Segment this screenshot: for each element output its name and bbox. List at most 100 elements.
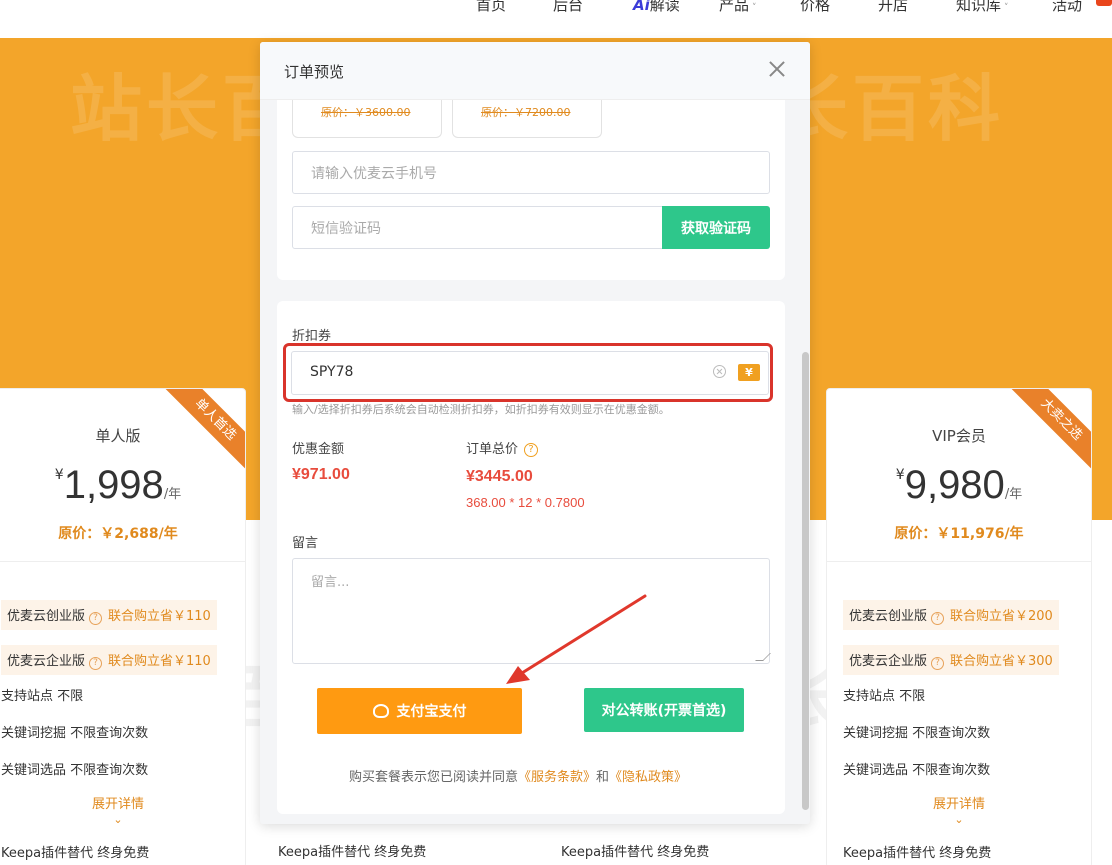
message-label: 留言 — [292, 536, 319, 551]
price-unit: /年 — [1004, 487, 1023, 502]
help-icon[interactable]: ? — [89, 612, 103, 625]
currency-symbol: ¥ — [54, 467, 64, 483]
chevron-down-icon: ˅ — [1004, 3, 1009, 13]
card-price: ¥1,998/年 — [0, 463, 245, 508]
card-original-price: 原价：￥2,688/年 — [58, 526, 178, 542]
bundle-feature: 优麦云创业版? 联合购立省￥110 — [1, 600, 217, 630]
close-icon[interactable] — [766, 58, 788, 80]
coupon-highlight: SPY78 ¥ — [283, 343, 773, 402]
feature-item: Keepa插件替代 终身免费 — [561, 845, 710, 860]
clear-icon[interactable] — [713, 365, 726, 378]
feature-name: 优麦云创业版 — [849, 609, 928, 624]
bundle-feature: 优麦云创业版? 联合购立省￥200 — [843, 600, 1059, 630]
nav-knowledge-base[interactable]: 知识库 ˅ — [956, 0, 1009, 15]
feature-name: 优麦云创业版 — [7, 609, 86, 624]
feature-saving: 联合购立省￥200 — [950, 609, 1053, 624]
alipay-pay-label: 支付宝支付 — [396, 704, 467, 720]
feature-saving: 联合购立省￥110 — [108, 654, 211, 669]
card-title: 单人版 — [95, 427, 141, 445]
feature-name: 优麦云企业版 — [7, 654, 86, 669]
nav-open-store[interactable]: 开店 — [878, 0, 908, 15]
message-placeholder: 留言... — [311, 575, 350, 590]
discount-label: 优惠金额 — [292, 442, 345, 457]
nav-home[interactable]: 首页 — [476, 0, 506, 15]
currency-symbol: ¥ — [895, 467, 905, 483]
get-code-button[interactable]: 获取验证码 — [662, 206, 770, 249]
dialog-header: 订单预览 — [260, 42, 810, 100]
annotation-arrow-icon — [506, 594, 647, 684]
nav-knowledge-base-label: 知识库 — [956, 0, 1002, 14]
alipay-pay-button[interactable]: 支付宝支付 — [317, 688, 522, 734]
resize-handle[interactable] — [755, 653, 771, 661]
coupon-input-value: SPY78 — [310, 364, 354, 380]
order-total-label: 订单总价? — [466, 438, 539, 457]
bank-transfer-button[interactable]: 对公转账(开票首选) — [584, 688, 744, 732]
agreement-text: 购买套餐表示您已阅读并同意《服务条款》和《隐私政策》 — [349, 766, 687, 785]
sms-code-input[interactable]: 短信验证码 — [292, 206, 664, 249]
pricing-card-single: 单人首选 单人版 ¥1,998/年 原价：￥2,688/年 优麦云创业版? 联合购… — [0, 388, 246, 865]
coupon-label: 折扣券 — [292, 329, 332, 344]
chevron-down-icon: ˅ — [752, 3, 757, 13]
order-total-label-text: 订单总价 — [466, 442, 519, 457]
plan-option[interactable]: 原价：￥3600.00 — [292, 100, 442, 138]
plan-original-price: 原价：￥3600.00 — [321, 106, 411, 119]
feature-item: Keepa插件替代 终身免费 — [843, 846, 992, 861]
order-total-amount: ¥3445.00 — [466, 468, 533, 485]
ai-logo: Ai — [633, 0, 650, 14]
plan-original-price: 原价：￥7200.00 — [481, 106, 571, 119]
feature-name: 优麦云企业版 — [849, 654, 928, 669]
feature-item: Keepa插件替代 终身免费 — [278, 845, 427, 860]
feature-item: 关键词选品 不限查询次数 — [843, 763, 991, 778]
nav-events[interactable]: 活动 — [1052, 0, 1082, 15]
feature-saving: 联合购立省￥300 — [950, 654, 1053, 669]
bundle-feature: 优麦云企业版? 联合购立省￥300 — [843, 645, 1059, 675]
nav-products[interactable]: 产品 ˅ — [719, 0, 757, 15]
help-icon[interactable]: ? — [89, 657, 103, 670]
plan-option[interactable]: 原价：￥7200.00 — [452, 100, 602, 138]
chevron-down-icon[interactable]: ⌄ — [0, 813, 245, 826]
feature-item: 支持站点 不限 — [1, 689, 84, 704]
bundle-feature: 优麦云企业版? 联合购立省￥110 — [1, 645, 217, 675]
expand-details-link[interactable]: 展开详情 — [0, 793, 245, 812]
coupon-ticket-icon[interactable]: ¥ — [738, 364, 760, 381]
divider — [0, 561, 245, 562]
coupon-input[interactable]: SPY78 ¥ — [291, 351, 769, 395]
chevron-down-icon[interactable]: ⌄ — [827, 813, 1091, 826]
nav-ai-insight-label: 解读 — [649, 0, 680, 14]
nav-new-badge — [1096, 0, 1112, 6]
feature-item: 关键词挖掘 不限查询次数 — [843, 726, 991, 741]
feature-saving: 联合购立省￥110 — [108, 609, 211, 624]
phone-input[interactable]: 请输入优麦云手机号 — [292, 151, 770, 194]
help-icon[interactable]: ? — [931, 657, 945, 670]
feature-item: 关键词挖掘 不限查询次数 — [1, 726, 149, 741]
price-value: 9,980 — [904, 463, 1005, 507]
pricing-card-vip: 大卖之选 VIP会员 ¥9,980/年 原价：￥11,976/年 优麦云创业版?… — [826, 388, 1092, 865]
feature-item: 关键词选品 不限查询次数 — [1, 763, 149, 778]
dialog-title: 订单预览 — [284, 63, 345, 81]
card-title: VIP会员 — [932, 427, 986, 445]
card-price: ¥9,980/年 — [827, 463, 1091, 508]
nav-dashboard[interactable]: 后台 — [553, 0, 583, 15]
feature-item: 支持站点 不限 — [843, 689, 926, 704]
nav-products-label: 产品 — [719, 0, 750, 14]
coupon-hint: 输入/选择折扣券后系统会自动检测折扣券，如折扣券有效则显示在优惠金额。 — [292, 403, 670, 416]
agreement-prefix: 购买套餐表示您已阅读并同意 — [349, 770, 519, 785]
top-nav: 首页 后台 Ai解读 产品 ˅ 价格 开店 知识库 ˅ 活动 — [0, 0, 1112, 38]
price-value: 1,998 — [63, 463, 164, 507]
help-icon[interactable]: ? — [524, 442, 539, 457]
nav-pricing[interactable]: 价格 — [800, 0, 830, 15]
dialog-scrollbar[interactable] — [802, 352, 809, 810]
price-unit: /年 — [163, 487, 182, 502]
divider — [827, 561, 1091, 562]
alipay-icon — [372, 704, 389, 718]
nav-ai-insight[interactable]: Ai解读 — [633, 0, 680, 15]
expand-details-link[interactable]: 展开详情 — [827, 793, 1091, 812]
order-total-formula: 368.00 * 12 * 0.7800 — [466, 495, 585, 510]
terms-of-service-link[interactable]: 《服务条款》 — [518, 770, 596, 785]
privacy-policy-link[interactable]: 《隐私政策》 — [609, 770, 687, 785]
help-icon[interactable]: ? — [931, 612, 945, 625]
card-original-price: 原价：￥11,976/年 — [894, 526, 1024, 542]
feature-item: Keepa插件替代 终身免费 — [1, 846, 150, 861]
discount-amount: ¥971.00 — [292, 466, 350, 483]
agreement-and: 和 — [596, 770, 610, 785]
